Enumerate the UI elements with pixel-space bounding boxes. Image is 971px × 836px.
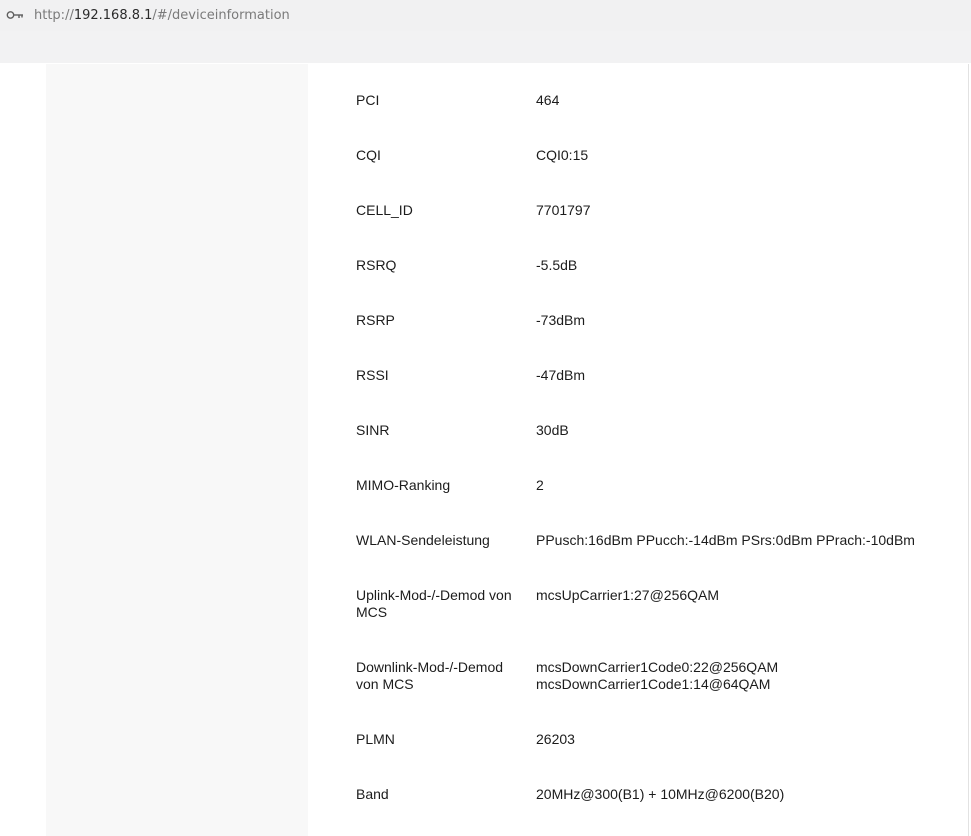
url-host: 192.168.8.1 (73, 8, 153, 23)
info-label: MIMO-Ranking (356, 477, 451, 493)
key-icon (6, 11, 23, 19)
info-label: PCI (356, 92, 380, 108)
info-label: Uplink-Mod-/-Demod von MCS (356, 587, 526, 621)
info-label: CELL_ID (356, 202, 413, 218)
info-value: CQI0:15 (536, 147, 589, 163)
info-label: RSRQ (356, 257, 397, 273)
address-bar[interactable]: http://192.168.8.1/#/deviceinformation (0, 0, 971, 31)
info-label-line: von MCS (356, 676, 414, 692)
content-right-border (968, 64, 969, 836)
left-sidebar-panel (46, 64, 308, 836)
info-label: CQI (356, 147, 381, 163)
url-path: /#/deviceinformation (152, 8, 290, 23)
info-value: -5.5dB (536, 257, 578, 273)
info-label: SINR (356, 422, 390, 438)
info-label-line: Downlink-Mod-/-Demod (356, 659, 504, 675)
info-value: 7701797 (536, 202, 591, 218)
info-value: -73dBm (536, 312, 586, 328)
info-value: -47dBm (536, 367, 586, 383)
info-value: 26203 (536, 731, 575, 747)
info-value-line: mcsDownCarrier1Code1:14@64QAM (536, 676, 771, 692)
info-label: PLMN (356, 731, 395, 747)
info-value: 2 (536, 477, 544, 493)
info-value-line: mcsDownCarrier1Code0:22@256QAM (536, 659, 779, 675)
info-label-line: Uplink-Mod-/-Demod von (356, 587, 512, 603)
info-value: mcsUpCarrier1:27@256QAM (536, 587, 720, 603)
browser-toolbar: http://192.168.8.1/#/deviceinformation (0, 0, 971, 63)
info-value: 30dB (536, 422, 569, 438)
url-prefix: http:// (34, 8, 74, 23)
url-text[interactable]: http://192.168.8.1/#/deviceinformation (34, 8, 290, 23)
info-label-line: MCS (356, 604, 388, 620)
info-value: PPusch:16dBm PPucch:-14dBm PSrs:0dBm PPr… (536, 532, 915, 548)
bookmarks-bar (0, 31, 971, 63)
info-label: RSSI (356, 367, 389, 383)
info-value: mcsDownCarrier1Code0:22@256QAM mcsDownCar… (536, 659, 778, 693)
info-label: RSRP (356, 312, 395, 328)
info-label: WLAN-Sendeleistung (356, 532, 490, 548)
info-label: Downlink-Mod-/-Demod von MCS (356, 659, 526, 693)
info-value: 20MHz@300(B1) + 10MHz@6200(B20) (536, 786, 785, 802)
info-label: Band (356, 786, 389, 802)
info-value: 464 (536, 92, 560, 108)
